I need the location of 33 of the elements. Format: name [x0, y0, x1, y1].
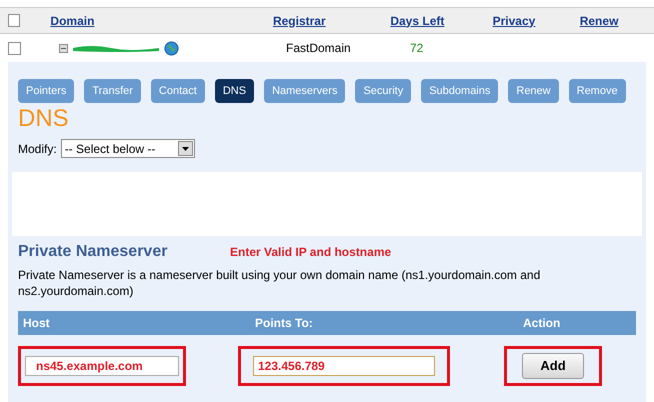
column-header-link[interactable]: Domain	[50, 14, 94, 28]
tab[interactable]: Transfer	[84, 79, 141, 103]
modify-select[interactable]: -- Select below --	[60, 139, 195, 158]
annotation-text: Enter Valid IP and hostname	[230, 244, 392, 261]
column-header: Points To:	[255, 315, 314, 332]
column-header-link[interactable]: Days Left	[390, 14, 444, 28]
column-header-link[interactable]: Renew	[580, 14, 618, 28]
column-header: Host	[23, 315, 51, 332]
globe-icon	[164, 40, 179, 56]
collapse-icon[interactable]	[59, 44, 68, 52]
description-text: Private Nameserver is a nameserver built using your own domain name (ns1.yourdomain.com and ns2.yourdomain.com)	[18, 267, 542, 299]
page-title: DNS	[18, 105, 70, 133]
section-heading: Private Nameserver	[18, 242, 168, 262]
column-header-link[interactable]: Registrar	[272, 14, 326, 28]
points-to-input[interactable]: 123.456.789	[253, 356, 435, 376]
tab[interactable]: DNS	[214, 79, 254, 103]
days-left-cell-text: 72	[410, 40, 424, 57]
column-header: Action	[523, 315, 560, 332]
modify-label: Modify:	[18, 140, 57, 158]
select-all-checkbox[interactable]	[8, 14, 20, 27]
host-input[interactable]: ns45.example.com	[25, 356, 179, 376]
tab[interactable]: Contact	[150, 79, 205, 103]
tab[interactable]: Subdomains	[421, 79, 498, 103]
tab[interactable]: Security	[355, 79, 412, 103]
tab[interactable]: Pointers	[18, 79, 74, 103]
dropdown-caret-icon	[178, 141, 193, 156]
registrar-cell-text: FastDomain	[286, 40, 352, 57]
column-header-link[interactable]: Privacy	[492, 14, 536, 28]
tab[interactable]: Remove	[568, 79, 626, 103]
add-button[interactable]: Add	[522, 353, 584, 379]
tab[interactable]: Nameservers	[264, 79, 346, 103]
row-checkbox[interactable]	[8, 42, 21, 54]
tab[interactable]: Renew	[508, 79, 559, 103]
